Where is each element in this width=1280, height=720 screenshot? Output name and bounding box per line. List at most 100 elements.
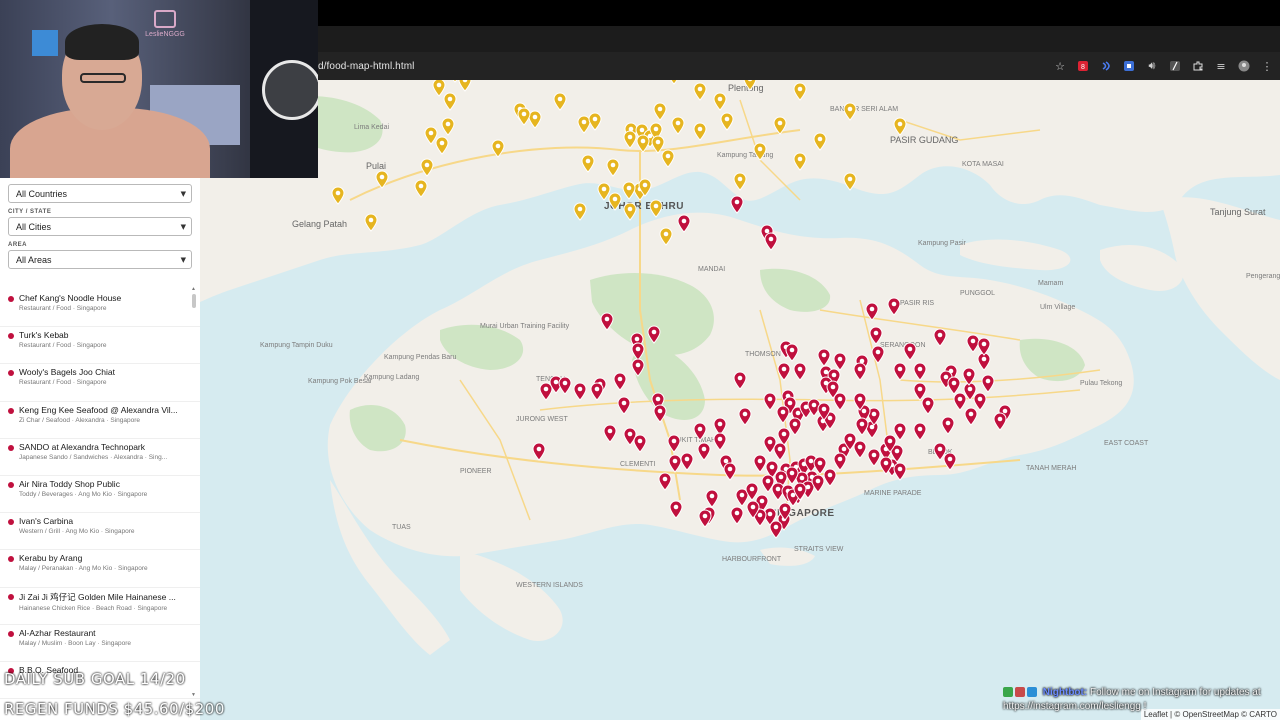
- map-marker-yellow-icon[interactable]: [553, 92, 567, 111]
- address-bar[interactable]: d/food-map-html.html ☆ 8 🔊︎ ≡ ⋮: [318, 52, 1280, 80]
- star-icon[interactable]: ☆: [1053, 59, 1067, 73]
- map-marker-yellow-icon[interactable]: [893, 117, 907, 136]
- map-marker-yellow-icon[interactable]: [743, 80, 757, 91]
- url-text[interactable]: d/food-map-html.html: [318, 61, 414, 72]
- map-marker-red-icon[interactable]: [776, 405, 790, 424]
- map-marker-red-icon[interactable]: [603, 424, 617, 443]
- list-item[interactable]: Ivan's Carbina Western / Grill · Ang Mo K…: [0, 513, 200, 551]
- map-marker-red-icon[interactable]: [913, 422, 927, 441]
- map-marker-red-icon[interactable]: [733, 371, 747, 390]
- map-marker-red-icon[interactable]: [913, 362, 927, 381]
- map-marker-yellow-icon[interactable]: [588, 112, 602, 131]
- map-marker-red-icon[interactable]: [647, 325, 661, 344]
- map-marker-red-icon[interactable]: [793, 482, 807, 501]
- map-marker-yellow-icon[interactable]: [793, 82, 807, 101]
- map-marker-red-icon[interactable]: [558, 376, 572, 395]
- map-marker-yellow-icon[interactable]: [671, 116, 685, 135]
- map-marker-red-icon[interactable]: [879, 456, 893, 475]
- map-marker-red-icon[interactable]: [993, 412, 1007, 431]
- puzzle-icon[interactable]: [1191, 59, 1205, 73]
- map-marker-red-icon[interactable]: [869, 326, 883, 345]
- map-marker-red-icon[interactable]: [698, 509, 712, 528]
- map-marker-yellow-icon[interactable]: [693, 82, 707, 101]
- food-map[interactable]: JOHOR BAHRU SINGAPORE PASIR GUDANG Plent…: [200, 80, 1280, 720]
- list-item[interactable]: Chef Kang's Noodle House Restaurant / Foo…: [0, 290, 200, 328]
- map-marker-red-icon[interactable]: [855, 417, 869, 436]
- map-marker-red-icon[interactable]: [653, 404, 667, 423]
- map-marker-yellow-icon[interactable]: [420, 158, 434, 177]
- scroll-up-icon[interactable]: ▲: [191, 286, 196, 292]
- map-marker-yellow-icon[interactable]: [713, 92, 727, 111]
- map-marker-red-icon[interactable]: [669, 500, 683, 519]
- map-marker-red-icon[interactable]: [631, 358, 645, 377]
- map-marker-red-icon[interactable]: [693, 422, 707, 441]
- map-marker-red-icon[interactable]: [893, 422, 907, 441]
- list-item[interactable]: Kerabu by Arang Malay / Peranakan · Ang M…: [0, 550, 200, 588]
- map-marker-red-icon[interactable]: [977, 337, 991, 356]
- map-marker-yellow-icon[interactable]: [843, 172, 857, 191]
- map-marker-red-icon[interactable]: [893, 362, 907, 381]
- map-marker-red-icon[interactable]: [730, 506, 744, 525]
- map-marker-red-icon[interactable]: [713, 432, 727, 451]
- list-item[interactable]: Keng Eng Kee Seafood @ Alexandra Vil... Z…: [0, 402, 200, 439]
- map-marker-red-icon[interactable]: [833, 392, 847, 411]
- map-marker-yellow-icon[interactable]: [364, 213, 378, 232]
- map-marker-yellow-icon[interactable]: [517, 107, 531, 126]
- map-marker-yellow-icon[interactable]: [573, 202, 587, 221]
- map-marker-red-icon[interactable]: [658, 472, 672, 491]
- map-marker-yellow-icon[interactable]: [773, 116, 787, 135]
- list-item[interactable]: Turk's Kebab Restaurant / Food · Singapor…: [0, 327, 200, 365]
- map-marker-yellow-icon[interactable]: [448, 80, 462, 83]
- extension-shield-icon[interactable]: [1122, 59, 1136, 73]
- map-marker-red-icon[interactable]: [746, 500, 760, 519]
- map-marker-yellow-icon[interactable]: [753, 142, 767, 161]
- map-marker-red-icon[interactable]: [793, 362, 807, 381]
- map-marker-red-icon[interactable]: [764, 232, 778, 251]
- map-marker-red-icon[interactable]: [769, 520, 783, 539]
- map-marker-yellow-icon[interactable]: [443, 92, 457, 111]
- map-marker-yellow-icon[interactable]: [636, 134, 650, 153]
- map-marker-red-icon[interactable]: [617, 396, 631, 415]
- map-marker-red-icon[interactable]: [613, 372, 627, 391]
- map-marker-yellow-icon[interactable]: [491, 139, 505, 158]
- map-marker-red-icon[interactable]: [887, 297, 901, 316]
- map-marker-yellow-icon[interactable]: [793, 152, 807, 171]
- country-select[interactable]: All Countries ▼: [8, 184, 192, 203]
- profile-icon[interactable]: [1237, 59, 1251, 73]
- map-marker-yellow-icon[interactable]: [661, 149, 675, 168]
- map-marker-yellow-icon[interactable]: [693, 122, 707, 141]
- map-marker-red-icon[interactable]: [962, 367, 976, 386]
- map-marker-yellow-icon[interactable]: [649, 199, 663, 218]
- map-marker-red-icon[interactable]: [573, 382, 587, 401]
- map-marker-yellow-icon[interactable]: [608, 192, 622, 211]
- extension-slash-icon[interactable]: [1168, 59, 1182, 73]
- map-marker-red-icon[interactable]: [773, 442, 787, 461]
- map-marker-yellow-icon[interactable]: [606, 158, 620, 177]
- map-marker-red-icon[interactable]: [871, 345, 885, 364]
- map-marker-red-icon[interactable]: [941, 416, 955, 435]
- map-marker-red-icon[interactable]: [667, 434, 681, 453]
- volume-icon[interactable]: 🔊︎: [1145, 59, 1159, 73]
- city-select[interactable]: All Cities ▼: [8, 217, 192, 236]
- map-marker-red-icon[interactable]: [933, 328, 947, 347]
- scroll-thumb[interactable]: [192, 294, 196, 308]
- map-marker-red-icon[interactable]: [785, 343, 799, 362]
- map-marker-red-icon[interactable]: [590, 382, 604, 401]
- map-marker-red-icon[interactable]: [843, 432, 857, 451]
- map-marker-yellow-icon[interactable]: [441, 117, 455, 136]
- map-marker-yellow-icon[interactable]: [435, 136, 449, 155]
- map-marker-yellow-icon[interactable]: [733, 172, 747, 191]
- map-marker-red-icon[interactable]: [723, 462, 737, 481]
- list-scrollbar[interactable]: ▲ ▼: [191, 286, 197, 700]
- map-marker-yellow-icon[interactable]: [659, 227, 673, 246]
- map-marker-red-icon[interactable]: [913, 382, 927, 401]
- map-marker-yellow-icon[interactable]: [638, 178, 652, 197]
- list-item[interactable]: Wooly's Bagels Joo Chiat Restaurant / Foo…: [0, 364, 200, 402]
- map-marker-red-icon[interactable]: [680, 452, 694, 471]
- map-marker-yellow-icon[interactable]: [653, 102, 667, 121]
- map-marker-red-icon[interactable]: [903, 342, 917, 361]
- area-select[interactable]: All Areas ▼: [8, 250, 192, 269]
- map-marker-red-icon[interactable]: [865, 302, 879, 321]
- map-marker-red-icon[interactable]: [778, 502, 792, 521]
- map-marker-red-icon[interactable]: [833, 352, 847, 371]
